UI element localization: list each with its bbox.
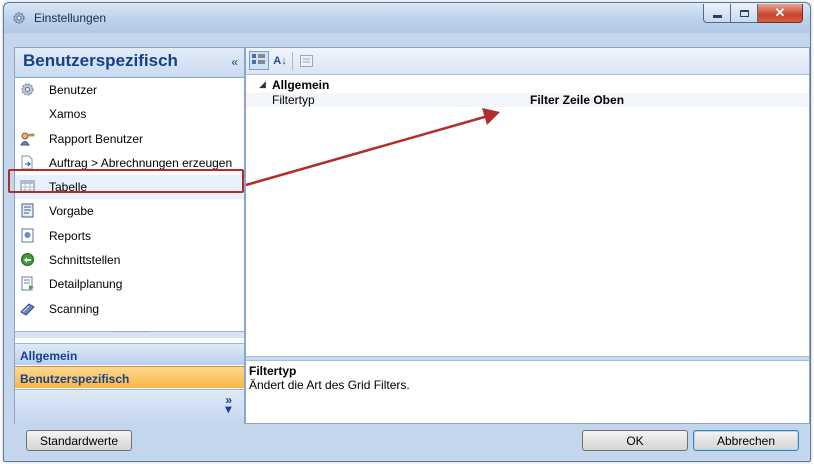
- toolbar-separator: [292, 52, 293, 70]
- nav-item-detailplanung[interactable]: Detailplanung: [15, 272, 244, 296]
- user-key-icon: [20, 132, 35, 146]
- nav-header: Benutzerspezifisch «: [15, 48, 244, 78]
- nav-item-label: Detailplanung: [49, 277, 123, 292]
- description-title: Filtertyp: [249, 364, 297, 378]
- nav-item-label: Vorgabe: [49, 204, 94, 219]
- maximize-button[interactable]: [731, 4, 758, 23]
- category-row[interactable]: ◢ Allgemein: [246, 78, 809, 92]
- nav-item-label: Reports: [49, 228, 92, 243]
- nav-splitter[interactable]: ··········: [15, 327, 244, 338]
- nav-item-label: Auftrag > Abrechnungen erzeugen: [49, 155, 233, 170]
- nav-overflow-bar: » ▾: [15, 389, 244, 424]
- alphabetical-sort-button[interactable]: A↓: [270, 51, 290, 70]
- splitter-grip: ··········: [111, 327, 148, 336]
- cancel-button[interactable]: Abbrechen: [693, 430, 799, 451]
- category-label: Allgemein: [272, 78, 330, 92]
- nav-overflow-button[interactable]: » ▾: [225, 393, 232, 415]
- scanner-icon: [20, 303, 35, 316]
- nav-item-scanning[interactable]: Scanning: [15, 297, 244, 321]
- defaults-button[interactable]: Standardwerte: [26, 430, 132, 451]
- property-pages-icon: [299, 54, 313, 67]
- nav-item-label: Benutzer: [49, 83, 98, 97]
- nav-header-title: Benutzerspezifisch: [23, 51, 178, 70]
- nav-list: Benutzer Xamos Rapport Benutzer Auftrag …: [15, 78, 244, 321]
- window-title: Einstellungen: [34, 11, 107, 25]
- property-name: Filtertyp: [272, 93, 315, 107]
- nav-section-allgemein[interactable]: Allgemein: [15, 343, 244, 365]
- nav-item-rapport-benutzer[interactable]: Rapport Benutzer: [15, 127, 244, 151]
- property-value[interactable]: Filter Zeile Oben: [530, 93, 624, 107]
- sort-az-icon: A↓: [273, 54, 287, 67]
- planning-icon: [21, 276, 34, 291]
- nav-item-label: Xamos: [49, 107, 87, 122]
- property-grid: A↓ ◢ Allgemein Filtertyp Filter Zeile Ob…: [245, 47, 810, 424]
- interface-icon: [21, 253, 34, 267]
- maximize-icon: [739, 9, 749, 17]
- navigation-panel: Benutzerspezifisch « Benutzer Xamos Rapp…: [14, 47, 245, 424]
- window-controls: ✕: [703, 4, 803, 23]
- property-row[interactable]: Filtertyp Filter Zeile Oben: [246, 93, 809, 107]
- form-icon: [21, 203, 34, 218]
- gear-icon: [21, 83, 34, 96]
- close-icon: ✕: [774, 5, 786, 20]
- property-toolbar: A↓: [246, 48, 809, 75]
- nav-item-label: Rapport Benutzer: [49, 131, 144, 146]
- chevron-right-icon: »: [225, 393, 232, 407]
- nav-item-xamos[interactable]: Xamos: [15, 102, 244, 126]
- document-arrow-icon: [21, 155, 33, 170]
- property-pages-button[interactable]: [296, 51, 316, 70]
- nav-item-vorgabe[interactable]: Vorgabe: [15, 199, 244, 223]
- ok-button[interactable]: OK: [582, 430, 688, 451]
- nav-item-benutzer[interactable]: Benutzer: [15, 78, 244, 102]
- collapse-arrow-icon[interactable]: ◢: [259, 79, 266, 90]
- title-bar[interactable]: Einstellungen ✕: [4, 3, 810, 33]
- nav-item-reports[interactable]: Reports: [15, 224, 244, 248]
- nav-item-label: Schnittstellen: [49, 253, 121, 268]
- categorized-view-button[interactable]: [249, 51, 269, 70]
- nav-item-schnittstellen[interactable]: Schnittstellen: [15, 248, 244, 272]
- collapse-nav-button[interactable]: «: [231, 55, 238, 69]
- minimize-icon: [712, 15, 722, 18]
- close-button[interactable]: ✕: [758, 4, 803, 23]
- nav-section-benutzerspezifisch[interactable]: Benutzerspezifisch: [15, 366, 244, 388]
- settings-window: Einstellungen ✕ Benutzerspezifisch « Ben…: [3, 2, 811, 462]
- description-splitter[interactable]: [246, 356, 809, 361]
- categorized-icon: [252, 54, 265, 64]
- nav-item-label: Scanning: [49, 301, 100, 316]
- minimize-button[interactable]: [703, 4, 731, 23]
- highlight-box: [8, 169, 244, 193]
- gear-icon: [13, 12, 25, 24]
- report-icon: [21, 228, 34, 243]
- description-text: Ändert die Art des Grid Filters.: [249, 378, 410, 392]
